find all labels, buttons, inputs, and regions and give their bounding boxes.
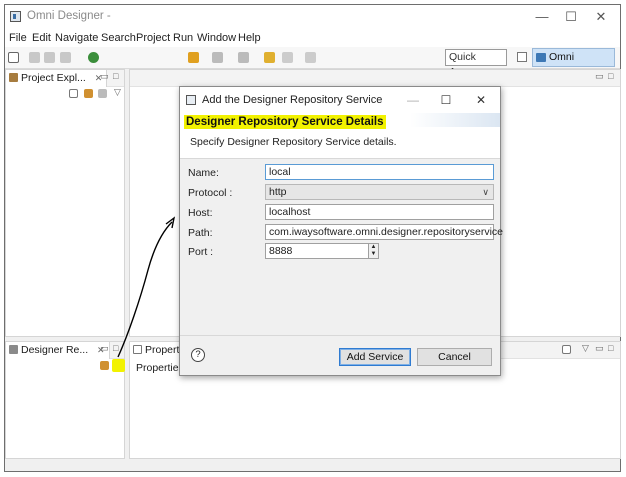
help-icon[interactable]: ?: [191, 348, 205, 362]
name-field[interactable]: local: [265, 164, 494, 180]
project-explorer-panel: Project Expl... ✕ ▭ □ ▽: [5, 69, 125, 337]
host-label: Host:: [188, 207, 213, 219]
cancel-button[interactable]: Cancel: [417, 348, 492, 366]
menu-run[interactable]: Run: [173, 32, 193, 44]
close-button[interactable]: ✕: [584, 7, 618, 27]
dialog-footer: ? Add Service Cancel: [180, 335, 500, 375]
maximize-icon[interactable]: □: [608, 343, 613, 353]
perspective-omni-designer[interactable]: Omni Designer: [532, 48, 615, 80]
dialog-subtitle: Specify Designer Repository Service deta…: [190, 136, 397, 148]
designer-repository-panel: Designer Re... ✕ ▭ □: [5, 341, 125, 459]
menu-bar: File Edit Navigate Search Project Run Wi…: [5, 29, 620, 47]
chevron-down-icon: ∨: [482, 187, 489, 197]
pin-icon[interactable]: [562, 345, 571, 354]
add-service-icon[interactable]: [112, 359, 125, 372]
print-icon[interactable]: [60, 52, 71, 63]
dialog-form: Name: local Protocol : http ∨ Host: loca…: [180, 159, 503, 335]
port-stepper[interactable]: ▲ ▼: [368, 243, 379, 259]
filter-icon[interactable]: [98, 89, 107, 98]
tab-label: Project Expl...: [21, 72, 86, 84]
project-explorer-icon: [9, 73, 18, 82]
maximize-icon[interactable]: □: [113, 71, 118, 81]
menu-project[interactable]: Project: [136, 32, 170, 44]
port-value: 8888: [269, 245, 293, 257]
dialog-heading: Designer Repository Service Details: [184, 115, 386, 129]
perspective-icon: [536, 53, 546, 62]
dialog-title: Add the Designer Repository Service: [202, 94, 383, 106]
path-field[interactable]: com.iwaysoftware.omni.designer.repositor…: [265, 224, 503, 240]
maximize-button[interactable]: ☐: [554, 7, 588, 27]
maximize-icon[interactable]: □: [113, 343, 118, 353]
save-all-icon[interactable]: [44, 52, 55, 63]
minimize-icon[interactable]: ▭: [595, 71, 604, 82]
menu-edit[interactable]: Edit: [32, 32, 51, 44]
menu-file[interactable]: File: [9, 32, 27, 44]
app-title: Omni Designer -: [27, 10, 111, 22]
maximize-icon[interactable]: □: [608, 71, 613, 81]
menu-navigate[interactable]: Navigate: [55, 32, 98, 44]
menu-help[interactable]: Help: [238, 32, 261, 44]
host-field[interactable]: localhost: [265, 204, 494, 220]
tab-label: Properti: [145, 344, 182, 356]
minimize-icon[interactable]: ▭: [100, 71, 109, 82]
tab-designer-repository[interactable]: Designer Re... ✕: [6, 342, 110, 359]
dialog-icon: [186, 95, 196, 105]
back-icon[interactable]: [282, 52, 293, 63]
menu-search[interactable]: Search: [101, 32, 136, 44]
link-editor-icon[interactable]: [84, 89, 93, 98]
refresh-icon[interactable]: [100, 361, 109, 370]
next-annotation-icon[interactable]: [212, 52, 223, 63]
view-menu-icon[interactable]: ▽: [114, 87, 121, 98]
main-toolbar: Quick Access Omni Designer: [5, 47, 620, 80]
banner-decoration: [410, 113, 500, 127]
save-icon[interactable]: [29, 52, 40, 63]
port-label: Port :: [188, 246, 214, 258]
dialog-banner: Designer Repository Service Details Spec…: [180, 113, 500, 159]
open-perspective-icon[interactable]: [517, 52, 527, 62]
spin-up-icon[interactable]: ▲: [369, 244, 378, 251]
title-bar: Omni Designer - — ☐ ✕: [5, 5, 620, 29]
tab-label: Designer Re...: [21, 344, 89, 356]
properties-icon: [133, 345, 142, 354]
dialog-title-bar: Add the Designer Repository Service — ☐ …: [180, 87, 500, 113]
dialog-maximize-button[interactable]: ☐: [434, 91, 458, 109]
pen-icon[interactable]: [188, 52, 199, 63]
add-service-dialog: Add the Designer Repository Service — ☐ …: [179, 86, 503, 376]
spin-down-icon[interactable]: ▼: [369, 251, 378, 258]
properties-content: Properties: [136, 362, 184, 374]
prev-annotation-icon[interactable]: [238, 52, 249, 63]
path-label: Path:: [188, 227, 213, 239]
port-spinner[interactable]: 8888 ▲ ▼: [265, 243, 379, 259]
minimize-icon[interactable]: ▭: [100, 343, 109, 354]
menu-window[interactable]: Window: [197, 32, 236, 44]
dialog-minimize-button[interactable]: —: [401, 91, 425, 109]
protocol-select[interactable]: http ∨: [265, 184, 494, 200]
app-icon: [10, 11, 21, 22]
last-edit-icon[interactable]: [264, 52, 275, 63]
forward-icon[interactable]: [305, 52, 316, 63]
dialog-close-button[interactable]: ✕: [469, 91, 493, 109]
collapse-all-icon[interactable]: [69, 89, 78, 98]
protocol-label: Protocol :: [188, 187, 233, 199]
tab-project-explorer[interactable]: Project Expl... ✕: [6, 70, 108, 87]
view-menu-icon[interactable]: ▽: [582, 343, 589, 354]
quick-access-input[interactable]: Quick Access: [445, 49, 507, 78]
name-label: Name:: [188, 167, 219, 179]
minimize-icon[interactable]: ▭: [595, 343, 604, 354]
run-icon[interactable]: [88, 52, 99, 63]
new-icon[interactable]: [8, 52, 19, 63]
repository-icon: [9, 345, 18, 354]
add-service-button[interactable]: Add Service: [339, 348, 411, 366]
editor-header: [130, 70, 620, 87]
protocol-value: http: [269, 186, 287, 198]
